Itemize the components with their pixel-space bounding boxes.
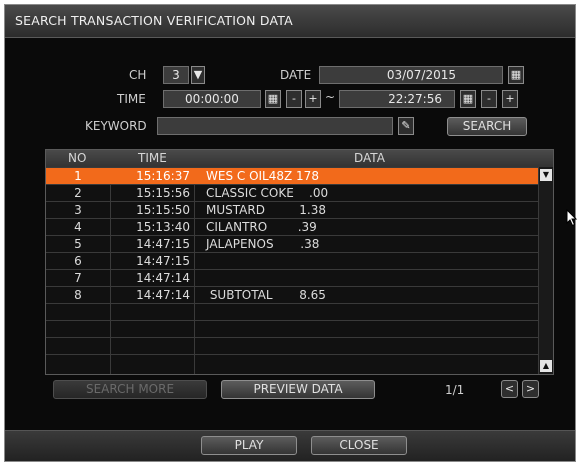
dialog-title: SEARCH TRANSACTION VERIFICATION DATA <box>15 13 293 28</box>
row-data: CLASSIC COKE .00 <box>206 186 329 200</box>
time-to-value: 22:27:56 <box>388 92 442 106</box>
row-no: 7 <box>74 271 82 285</box>
time-from-plus-button[interactable]: + <box>305 90 321 108</box>
table-row[interactable]: 8 14:47:14 SUBTOTAL 8.65 <box>46 286 539 303</box>
row-data: SUBTOTAL 8.65 <box>206 288 326 302</box>
row-time: 14:47:15 <box>136 254 190 268</box>
dialog-title-bar: SEARCH TRANSACTION VERIFICATION DATA <box>5 5 575 38</box>
time-from-value: 00:00:00 <box>185 92 239 106</box>
row-no: 1 <box>74 169 82 183</box>
row-no: 2 <box>74 186 82 200</box>
table-row[interactable]: 7 14:47:14 <box>46 269 539 286</box>
row-no: 3 <box>74 203 82 217</box>
channel-value: 3 <box>172 68 180 82</box>
row-time: 14:47:14 <box>136 271 190 285</box>
row-data: MUSTARD 1.38 <box>206 203 326 217</box>
time-from-field[interactable]: 00:00:00 <box>163 90 261 108</box>
minus-glyph: - <box>487 92 491 105</box>
next-page-button[interactable]: > <box>522 380 539 398</box>
calendar-icon[interactable]: ▦ <box>508 66 524 84</box>
page-indicator: 1/1 <box>445 383 465 397</box>
table-row-empty <box>46 320 539 337</box>
date-label: DATE <box>280 68 312 82</box>
preview-data-button[interactable]: PREVIEW DATA <box>221 380 375 399</box>
plus-glyph: + <box>505 92 515 105</box>
scroll-up-arrow-icon[interactable]: ▲ <box>540 360 552 372</box>
time-from-clock-icon[interactable]: ▦ <box>265 90 281 108</box>
ch-label: CH <box>129 68 147 82</box>
row-data: CILANTRO .39 <box>206 220 317 234</box>
search-more-button[interactable]: SEARCH MORE <box>53 380 207 399</box>
date-value: 03/07/2015 <box>386 68 456 82</box>
search-transaction-dialog: SEARCH TRANSACTION VERIFICATION DATA CH … <box>4 4 576 462</box>
row-no: 8 <box>74 288 82 302</box>
header-data: DATA <box>354 151 385 165</box>
channel-dropdown-icon[interactable]: ▼ <box>191 66 205 84</box>
table-row[interactable]: 1 15:16:37 WES C OIL48Z 178 <box>46 167 539 184</box>
time-to-minus-button[interactable]: - <box>481 90 497 108</box>
table-row[interactable]: 3 15:15:50 MUSTARD 1.38 <box>46 201 539 218</box>
row-time: 15:15:56 <box>136 186 190 200</box>
time-from-minus-button[interactable]: - <box>286 90 302 108</box>
chevron-right-icon: > <box>525 382 536 395</box>
transaction-table: NO TIME DATA 1 15:16:37 WES C OIL48Z 178… <box>45 149 554 375</box>
dialog-footer: PLAY CLOSE <box>5 430 575 461</box>
search-button[interactable]: SEARCH <box>447 117 527 136</box>
table-header: NO TIME DATA <box>46 150 553 167</box>
keyboard-edit-icon[interactable]: ✎ <box>398 117 414 135</box>
keyword-input[interactable] <box>157 117 393 135</box>
scroll-down-arrow-icon[interactable]: ▼ <box>540 169 552 181</box>
row-time: 15:13:40 <box>136 220 190 234</box>
minus-glyph: - <box>292 92 296 105</box>
row-time: 14:47:14 <box>136 288 190 302</box>
row-data: WES C OIL48Z 178 <box>206 169 319 183</box>
prev-page-button[interactable]: < <box>501 380 518 398</box>
time-range-separator: ~ <box>325 90 336 104</box>
row-data: JALAPENOS .38 <box>206 237 320 251</box>
keyword-label: KEYWORD <box>85 119 147 133</box>
time-to-field[interactable]: 22:27:56 <box>339 90 455 108</box>
chevron-left-icon: < <box>504 382 515 395</box>
table-row[interactable]: 2 15:15:56 CLASSIC COKE .00 <box>46 184 539 201</box>
table-row-empty <box>46 337 539 354</box>
row-no: 4 <box>74 220 82 234</box>
table-row-empty <box>46 354 539 374</box>
table-row-empty <box>46 303 539 320</box>
time-to-clock-icon[interactable]: ▦ <box>460 90 476 108</box>
header-no: NO <box>68 151 87 165</box>
row-time: 14:47:15 <box>136 237 190 251</box>
time-to-plus-button[interactable]: + <box>502 90 518 108</box>
date-field[interactable]: 03/07/2015 <box>319 66 503 84</box>
row-no: 6 <box>74 254 82 268</box>
mouse-cursor-icon <box>566 209 578 227</box>
row-time: 15:15:50 <box>136 203 190 217</box>
row-time: 15:16:37 <box>136 169 190 183</box>
table-row[interactable]: 4 15:13:40 CILANTRO .39 <box>46 218 539 235</box>
time-label: TIME <box>117 92 146 106</box>
close-button[interactable]: CLOSE <box>311 436 407 455</box>
table-row[interactable]: 6 14:47:15 <box>46 252 539 269</box>
play-button[interactable]: PLAY <box>201 436 297 455</box>
table-row[interactable]: 5 14:47:15 JALAPENOS .38 <box>46 235 539 252</box>
plus-glyph: + <box>308 92 318 105</box>
row-no: 5 <box>74 237 82 251</box>
table-scrollbar[interactable]: ▼ ▲ <box>538 167 553 374</box>
header-time: TIME <box>138 151 167 165</box>
channel-select[interactable]: 3 <box>163 66 189 84</box>
